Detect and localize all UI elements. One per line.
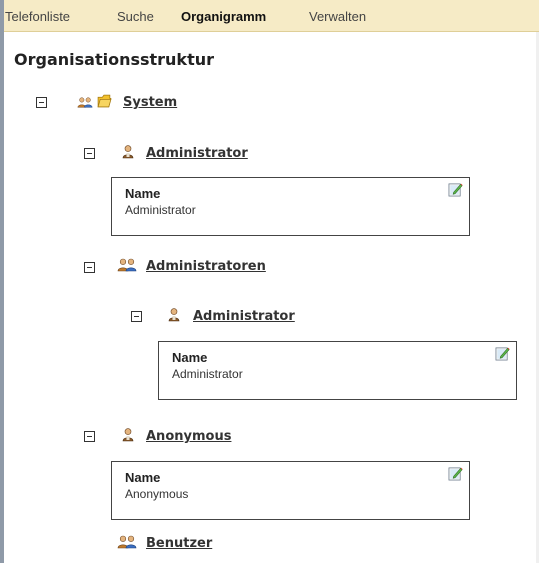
app-frame: Telefonliste Suche Organigramm Verwalten… (0, 0, 539, 563)
detail-box-administrator: Name Administrator (111, 177, 470, 236)
top-navigation-bar: Telefonliste Suche Organigramm Verwalten (4, 0, 539, 32)
tree-node-administrator[interactable]: Administrator (146, 146, 248, 161)
user-icon (121, 428, 135, 442)
tree-node-system[interactable]: System (123, 95, 177, 110)
field-value-name: Anonymous (125, 487, 189, 501)
group-icon (117, 258, 137, 272)
field-value-name: Administrator (125, 203, 196, 217)
field-label-name: Name (125, 186, 161, 201)
field-value-name: Administrator (172, 367, 243, 381)
nav-item-suche[interactable]: Suche (117, 9, 154, 24)
detail-box-anonymous: Name Anonymous (111, 461, 470, 520)
root-group-icon (77, 95, 93, 110)
edit-icon[interactable] (448, 182, 463, 197)
nav-item-verwalten[interactable]: Verwalten (309, 9, 366, 24)
edit-icon[interactable] (495, 346, 510, 361)
collapse-toggle-system[interactable] (36, 97, 47, 108)
page-title: Organisationsstruktur (14, 50, 214, 69)
nav-item-organigramm[interactable]: Organigramm (181, 9, 266, 24)
detail-box-administratoren-administrator: Name Administrator (158, 341, 517, 400)
folder-icon (97, 94, 112, 108)
tree-node-benutzer[interactable]: Benutzer (146, 536, 212, 551)
collapse-toggle-anonymous[interactable] (84, 431, 95, 442)
tree-node-administratoren-administrator[interactable]: Administrator (193, 309, 295, 324)
window-left-border (0, 0, 4, 563)
field-label-name: Name (125, 470, 161, 485)
tree-node-administratoren[interactable]: Administratoren (146, 259, 266, 274)
collapse-toggle-administrator[interactable] (84, 148, 95, 159)
collapse-toggle-administratoren-administrator[interactable] (131, 311, 142, 322)
tree-node-anonymous[interactable]: Anonymous (146, 429, 231, 444)
group-icon (117, 535, 137, 549)
user-icon (167, 308, 181, 322)
field-label-name: Name (172, 350, 208, 365)
edit-icon[interactable] (448, 466, 463, 481)
collapse-toggle-administratoren[interactable] (84, 262, 95, 273)
user-icon (121, 145, 135, 159)
nav-item-telefonliste[interactable]: Telefonliste (5, 9, 70, 24)
